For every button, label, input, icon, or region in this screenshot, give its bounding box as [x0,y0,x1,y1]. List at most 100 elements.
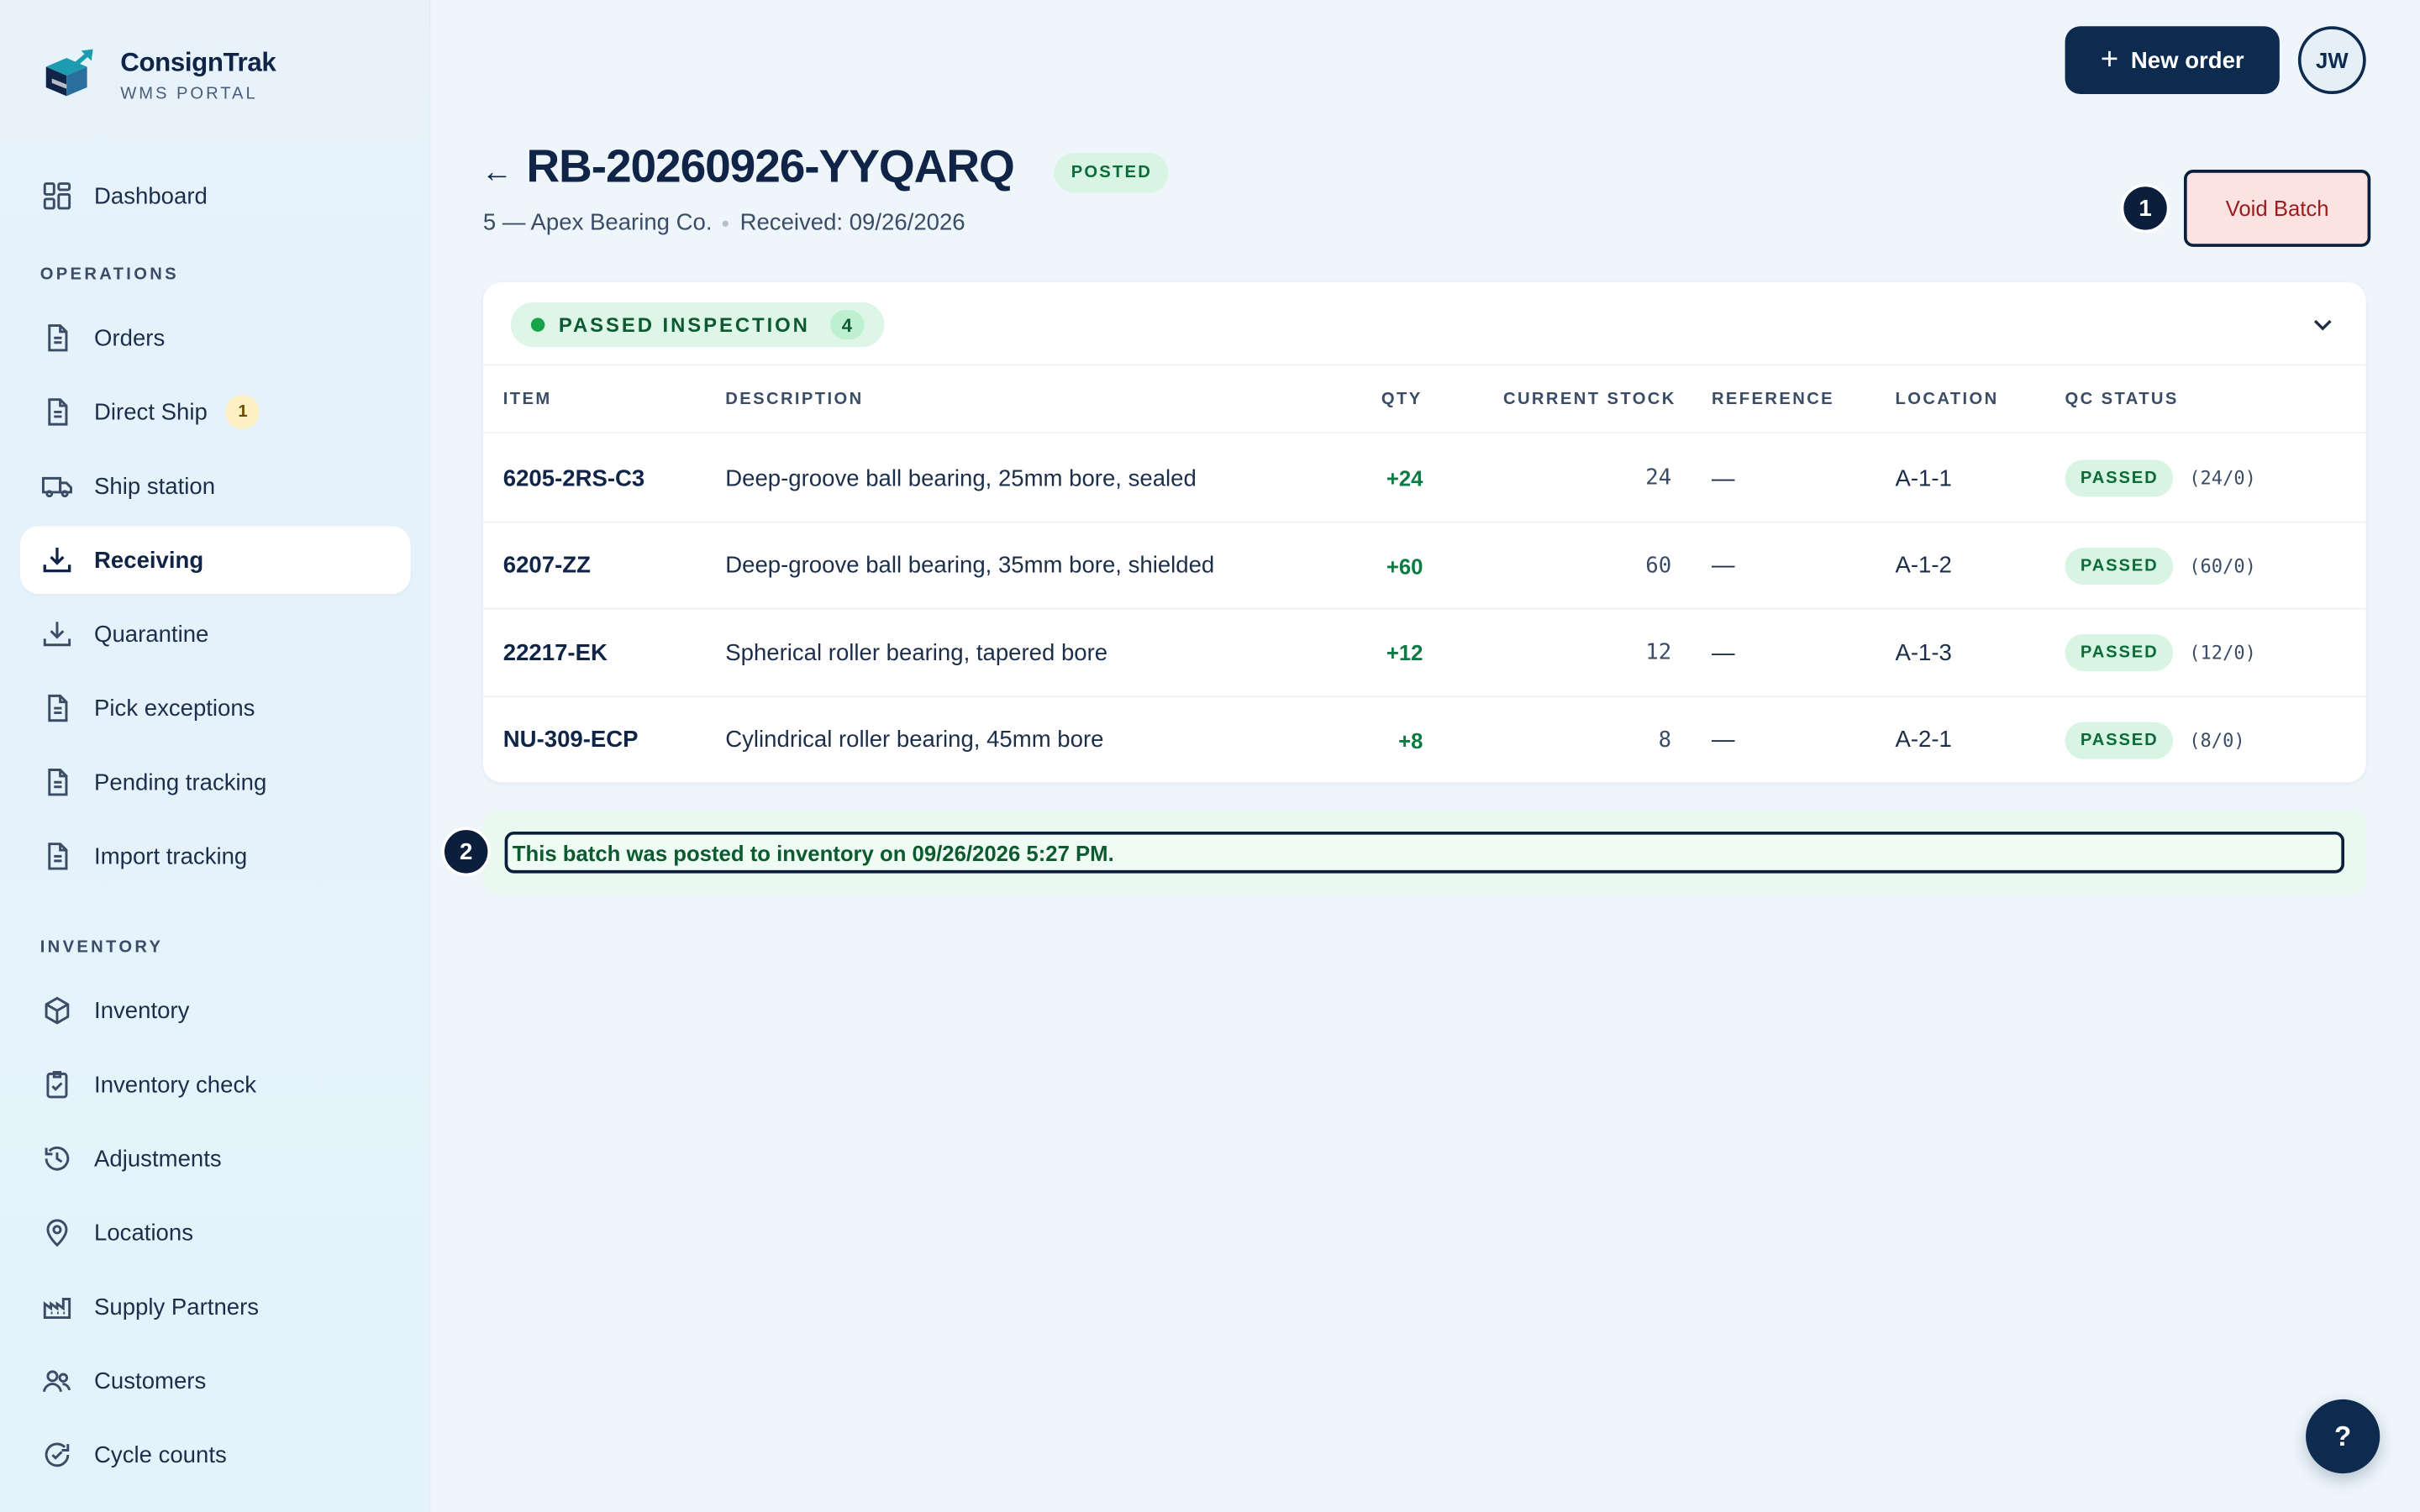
dashboard-grid-icon [40,179,74,213]
qc-ratio: (12/0) [2189,642,2256,664]
sidebar-item-quarantine[interactable]: Quarantine [20,600,411,668]
passed-inspection-pill: PASSED INSPECTION 4 [510,302,885,348]
sidebar-item-inventory-check[interactable]: Inventory check [20,1051,411,1119]
users-icon [40,1364,74,1398]
plus-icon: + [2100,43,2119,77]
qc-status: PASSED (60/0) [2065,522,2256,609]
column-header-description: DESCRIPTION [725,390,864,409]
section-count-badge: 4 [829,310,865,340]
column-header-item: ITEM [502,390,552,409]
status-dot-icon [530,318,545,332]
posted-notice: This batch was posted to inventory on 09… [504,832,2345,874]
back-arrow-icon[interactable]: ← [481,156,513,192]
sidebar-item-label: Supply Partners [94,1294,260,1320]
location-value: A-1-1 [1895,465,1952,492]
user-avatar[interactable]: JW [2297,26,2366,95]
supplier-text: 5 — Apex Bearing Co. [482,209,713,237]
table-row[interactable]: 22217-EK Spherical roller bearing, taper… [482,610,2366,697]
sidebar-item-label: Import tracking [94,843,248,870]
sidebar-item-pick-exceptions[interactable]: Pick exceptions [20,675,411,743]
table-row[interactable]: NU-309-ECP Cylindrical roller bearing, 4… [483,696,2366,784]
reference-value: — [1711,639,1735,666]
sidebar-item-label: Inventory [94,997,190,1024]
table-header: ITEM DESCRIPTION QTY CURRENT STOCK REFER… [482,365,2366,434]
qty-value: +60 [1386,553,1423,578]
sidebar-item-ship-station[interactable]: Ship station [20,452,411,520]
step-marker-1: 1 [2120,183,2170,234]
qc-ratio: (60/0) [2189,554,2256,577]
sidebar-item-label: Locations [94,1219,193,1247]
chevron-down-icon[interactable] [2307,308,2338,339]
column-header-current-stock: CURRENT STOCK [1502,390,1676,409]
document-icon [40,395,74,428]
sidebar-item-inventory[interactable]: Inventory [20,977,411,1045]
sidebar-item-cycle-counts[interactable]: Cycle counts [20,1421,411,1489]
nav-section-operations: OPERATIONS [39,265,179,284]
current-stock-value: 12 [1645,640,1672,665]
qty-value: +8 [1398,727,1423,753]
sidebar-item-label: Direct Ship [94,398,208,426]
refresh-check-icon [40,1438,74,1472]
qc-status: PASSED (12/0) [2065,610,2256,696]
qty-value: +24 [1386,465,1423,491]
location-value: A-2-1 [1895,727,1952,753]
sidebar: ConsignTrak WMS PORTAL Dashboard OPERATI… [0,0,431,1512]
box-icon [40,994,74,1027]
table-body: 6205-2RS-C3 Deep-groove ball bearing, 25… [482,435,2366,784]
new-order-button[interactable]: + New order [2065,26,2280,95]
download-tray-icon [40,617,74,651]
sidebar-item-pending-tracking[interactable]: Pending tracking [20,748,411,816]
section-label: PASSED INSPECTION [558,312,810,337]
item-code: NU-309-ECP [502,727,639,753]
sidebar-item-customers[interactable]: Customers [20,1347,411,1415]
current-stock-value: 8 [1658,727,1672,753]
document-icon [40,321,74,354]
map-pin-icon [40,1215,74,1249]
factory-icon [40,1290,74,1324]
sidebar-item-dashboard[interactable]: Dashboard [20,162,411,230]
sidebar-item-label: Pending tracking [94,769,267,795]
consigntrak-logo-icon [45,49,93,97]
qc-passed-badge: PASSED [2065,721,2174,759]
download-tray-icon [40,543,74,577]
clipboard-check-icon [40,1068,74,1101]
batch-meta: 5 — Apex Bearing Co. Received: 09/26/202… [483,210,965,236]
column-header-qty: QTY [1381,390,1423,409]
help-button[interactable]: ? [2306,1399,2381,1474]
sidebar-item-label: Orders [94,324,166,351]
current-stock-value: 60 [1645,553,1672,578]
qc-status: PASSED (24/0) [2065,435,2256,522]
qc-passed-badge: PASSED [2065,547,2174,585]
qc-ratio: (24/0) [2189,467,2256,490]
history-icon [40,1142,74,1175]
sidebar-item-locations[interactable]: Locations [20,1199,411,1267]
item-code: 6207-ZZ [502,552,591,579]
sidebar-item-label: Adjustments [94,1145,222,1173]
new-order-label: New order [2130,47,2244,74]
void-batch-button[interactable]: Void Batch [2183,170,2371,247]
sidebar-item-receiving[interactable]: Receiving [19,526,411,595]
sidebar-item-direct-ship[interactable]: Direct Ship 1 [20,378,411,446]
sidebar-item-label: Receiving [94,547,204,574]
item-description: Deep-groove ball bearing, 35mm bore, shi… [725,552,1215,579]
document-icon [40,691,74,725]
sidebar-item-label: Pick exceptions [94,695,255,722]
section-header[interactable]: PASSED INSPECTION 4 [482,282,2366,366]
sidebar-item-import-tracking[interactable]: Import tracking [20,822,411,890]
qc-passed-badge: PASSED [2065,459,2174,497]
reference-value: — [1711,727,1735,753]
sidebar-item-label: Quarantine [94,621,209,648]
item-code: 6205-2RS-C3 [502,465,645,492]
truck-icon [40,469,74,502]
column-header-qc-status: QC STATUS [2065,390,2179,409]
table-row[interactable]: 6205-2RS-C3 Deep-groove ball bearing, 25… [482,435,2366,522]
sidebar-item-supply-partners[interactable]: Supply Partners [20,1273,411,1341]
brand[interactable]: ConsignTrak WMS PORTAL [40,46,276,105]
location-value: A-1-2 [1895,552,1952,579]
sidebar-item-adjustments[interactable]: Adjustments [20,1125,411,1193]
sidebar-item-orders[interactable]: Orders [20,304,411,372]
brand-name: ConsignTrak [120,47,276,77]
table-row[interactable]: 6207-ZZ Deep-groove ball bearing, 35mm b… [482,522,2366,610]
item-code: 22217-EK [502,639,608,666]
items-card: PASSED INSPECTION 4 ITEM DESCRIPTION QTY… [482,282,2366,784]
